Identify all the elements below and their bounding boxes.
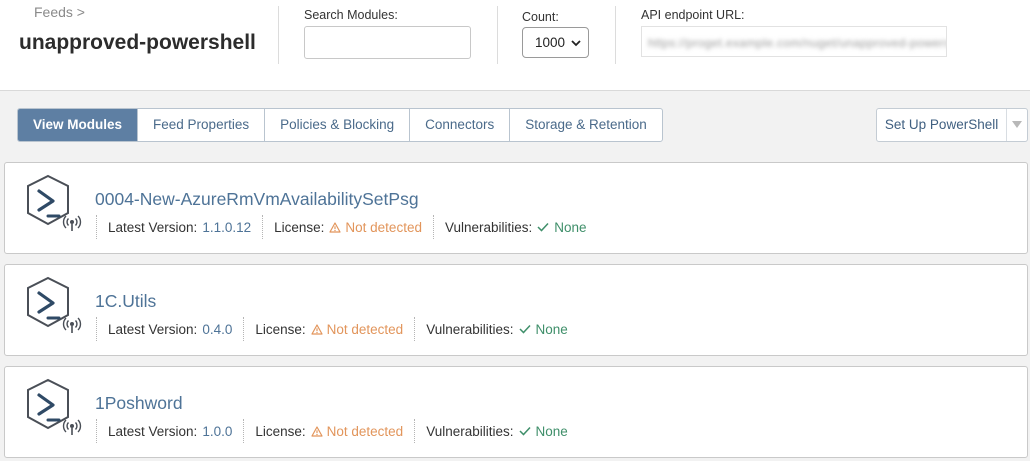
latest-version-label: Latest Version: bbox=[108, 219, 198, 235]
latest-version-label: Latest Version: bbox=[108, 321, 198, 337]
tab-view-modules[interactable]: View Modules bbox=[18, 109, 139, 141]
breadcrumb[interactable]: Feeds > bbox=[34, 4, 85, 20]
license-value: Not detected bbox=[345, 219, 422, 235]
vulnerabilities-status[interactable]: None bbox=[518, 321, 568, 337]
page-title: unapproved-powershell bbox=[19, 31, 256, 54]
divider bbox=[615, 6, 616, 64]
feed-header: Feeds > unapproved-powershell Search Mod… bbox=[0, 0, 1030, 91]
search-label: Search Modules: bbox=[304, 8, 398, 22]
module-metadata: Latest Version: 0.4.0 License: Not detec… bbox=[96, 317, 579, 341]
warning-icon bbox=[329, 221, 342, 233]
powershell-module-icon bbox=[27, 276, 82, 333]
license-label: License: bbox=[255, 423, 306, 439]
vulnerabilities-status[interactable]: None bbox=[537, 219, 587, 235]
vulnerabilities-value: None bbox=[554, 219, 587, 235]
tab-storage-retention[interactable]: Storage & Retention bbox=[510, 109, 662, 141]
api-label: API endpoint URL: bbox=[641, 8, 745, 22]
checkmark-icon bbox=[537, 222, 549, 232]
caret-down-icon bbox=[1012, 121, 1023, 128]
api-endpoint-field[interactable]: https://proget.example.com/nuget/unappro… bbox=[641, 26, 947, 57]
license: License: Not detected bbox=[243, 419, 414, 443]
module-card: 0004-New-AzureRmVmAvailabilitySetPsg Lat… bbox=[4, 162, 1028, 254]
tab-feed-properties[interactable]: Feed Properties bbox=[138, 109, 266, 141]
latest-version-link[interactable]: 1.0.0 bbox=[202, 424, 232, 439]
license-status[interactable]: Not detected bbox=[311, 423, 404, 439]
chevron-down-icon bbox=[571, 40, 581, 47]
module-card: 1C.Utils Latest Version: 0.4.0 License: … bbox=[4, 264, 1028, 356]
latest-version: Latest Version: 1.1.0.12 bbox=[96, 215, 262, 239]
vulnerabilities: Vulnerabilities: None bbox=[414, 317, 579, 341]
setup-powershell-button[interactable]: Set Up PowerShell bbox=[876, 108, 1028, 142]
warning-icon bbox=[311, 425, 323, 437]
vulnerabilities: Vulnerabilities: None bbox=[432, 215, 598, 239]
api-endpoint-value: https://proget.example.com/nuget/unappro… bbox=[648, 36, 947, 50]
feed-tabs: View Modules Feed Properties Policies & … bbox=[17, 108, 663, 142]
divider bbox=[497, 6, 498, 64]
divider bbox=[278, 6, 279, 64]
vulnerabilities-status[interactable]: None bbox=[518, 423, 568, 439]
powershell-module-icon bbox=[27, 378, 82, 435]
vulnerabilities-label: Vulnerabilities: bbox=[426, 321, 514, 337]
module-name-link[interactable]: 1C.Utils bbox=[95, 291, 156, 312]
vulnerabilities-label: Vulnerabilities: bbox=[444, 219, 533, 235]
module-metadata: Latest Version: 1.1.0.12 License: Not de… bbox=[96, 215, 598, 239]
module-name-link[interactable]: 0004-New-AzureRmVmAvailabilitySetPsg bbox=[95, 189, 419, 210]
vulnerabilities-value: None bbox=[535, 423, 568, 439]
warning-icon bbox=[311, 323, 323, 335]
checkmark-icon bbox=[518, 426, 531, 436]
latest-version: Latest Version: 1.0.0 bbox=[96, 419, 243, 443]
vulnerabilities-label: Vulnerabilities: bbox=[426, 423, 514, 439]
license-label: License: bbox=[274, 219, 325, 235]
latest-version-link[interactable]: 0.4.0 bbox=[202, 322, 232, 337]
module-name-link[interactable]: 1Poshword bbox=[95, 393, 183, 414]
powershell-module-icon bbox=[27, 174, 82, 231]
latest-version-label: Latest Version: bbox=[108, 423, 198, 439]
module-metadata: Latest Version: 1.0.0 License: Not detec… bbox=[96, 419, 579, 443]
setup-dropdown-toggle[interactable] bbox=[1006, 109, 1027, 141]
tab-connectors[interactable]: Connectors bbox=[410, 109, 511, 141]
license-value: Not detected bbox=[326, 423, 404, 439]
license-status[interactable]: Not detected bbox=[311, 321, 404, 337]
latest-version: Latest Version: 0.4.0 bbox=[96, 317, 243, 341]
search-input[interactable] bbox=[304, 26, 471, 59]
latest-version-link[interactable]: 1.1.0.12 bbox=[202, 220, 251, 235]
count-label: Count: bbox=[522, 10, 559, 24]
count-value: 1000 bbox=[535, 35, 566, 50]
checkmark-icon bbox=[518, 324, 531, 334]
license: License: Not detected bbox=[243, 317, 414, 341]
module-card: 1Poshword Latest Version: 1.0.0 License:… bbox=[4, 366, 1028, 458]
vulnerabilities: Vulnerabilities: None bbox=[414, 419, 579, 443]
license-label: License: bbox=[255, 321, 306, 337]
license-value: Not detected bbox=[326, 321, 404, 337]
vulnerabilities-value: None bbox=[535, 321, 568, 337]
setup-powershell-label: Set Up PowerShell bbox=[884, 117, 999, 132]
tab-policies-blocking[interactable]: Policies & Blocking bbox=[265, 109, 411, 141]
license-status[interactable]: Not detected bbox=[329, 220, 422, 235]
license: License: Not detected bbox=[262, 215, 433, 239]
count-select[interactable]: 1000 bbox=[522, 27, 589, 58]
